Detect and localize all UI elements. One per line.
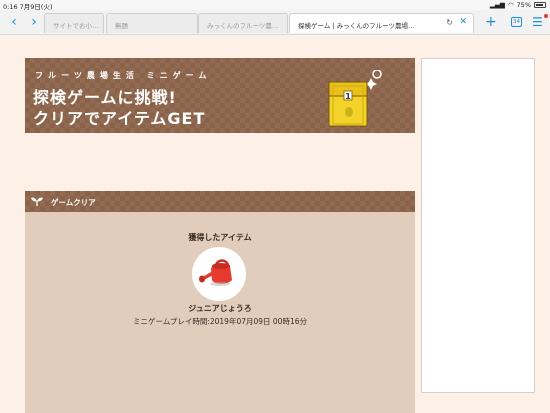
status-bar: 0:16 7月9日(火) ▂▄▆ ◠ 75% [0, 0, 550, 11]
game-clear-panel: ゲームクリア 獲得したアイテム ジュニアじょうろ ミニゲームプレイ時間:2019… [25, 191, 415, 413]
watering-can-icon [199, 259, 232, 286]
close-tab-icon[interactable]: ✕ [459, 17, 467, 27]
play-time-text: ミニゲームプレイ時間:2019年07月09日 00時16分 [133, 317, 307, 326]
notification-badge [544, 14, 548, 18]
battery-icon [534, 2, 546, 8]
banner-title-line2: クリアでアイテムGET [33, 109, 206, 128]
acquired-item-label: 獲得したアイテム [188, 233, 252, 242]
new-tab-icon[interactable]: + [485, 15, 497, 29]
panel-heading: ゲームクリア [51, 198, 96, 207]
tab-title: みっくんのフルーツ農… [207, 22, 279, 30]
item-image [192, 247, 246, 301]
panel-header: ゲームクリア [25, 191, 415, 212]
reload-icon[interactable]: ↻ [446, 18, 453, 27]
tab-1[interactable]: サイトでお小… [44, 13, 104, 33]
tab-count-button[interactable]: 34 [511, 17, 522, 27]
menu-icon[interactable]: ☰ [532, 15, 543, 29]
treasure-chest-icon: 1 [328, 70, 382, 127]
banner-subtitle: フルーツ農場生活 ミニゲーム [35, 71, 212, 80]
tab-active[interactable]: 探検ゲーム | みっくんのフルーツ農場… ↻ ✕ [289, 13, 474, 33]
battery-percent: 75% [516, 1, 531, 9]
tab-bar: ‹ › サイトでお小… 無題 みっくんのフルーツ農… 探検ゲーム | みっくんの… [0, 10, 550, 35]
sidebar-ad-box [421, 58, 535, 393]
tab-title: サイトでお小… [53, 22, 99, 30]
wifi-icon: ◠ [507, 1, 514, 9]
back-arrow-icon[interactable]: ‹ [6, 14, 22, 30]
tab-2[interactable]: 無題 [106, 13, 198, 33]
mini-game-banner[interactable]: フルーツ農場生活 ミニゲーム 探検ゲームに挑戦! クリアでアイテムGET 1 [25, 58, 415, 133]
tab-title: 無題 [115, 22, 128, 30]
item-name: ジュニアじょうろ [188, 304, 252, 313]
status-right: ▂▄▆ ◠ 75% [490, 1, 546, 9]
sprout-icon [31, 197, 43, 206]
tab-title: 探検ゲーム | みっくんのフルーツ農場… [298, 22, 415, 30]
forward-arrow-icon[interactable]: › [26, 14, 42, 30]
signal-icon: ▂▄▆ [489, 1, 505, 9]
tab-3[interactable]: みっくんのフルーツ農… [198, 13, 288, 33]
svg-text:1: 1 [345, 92, 351, 101]
